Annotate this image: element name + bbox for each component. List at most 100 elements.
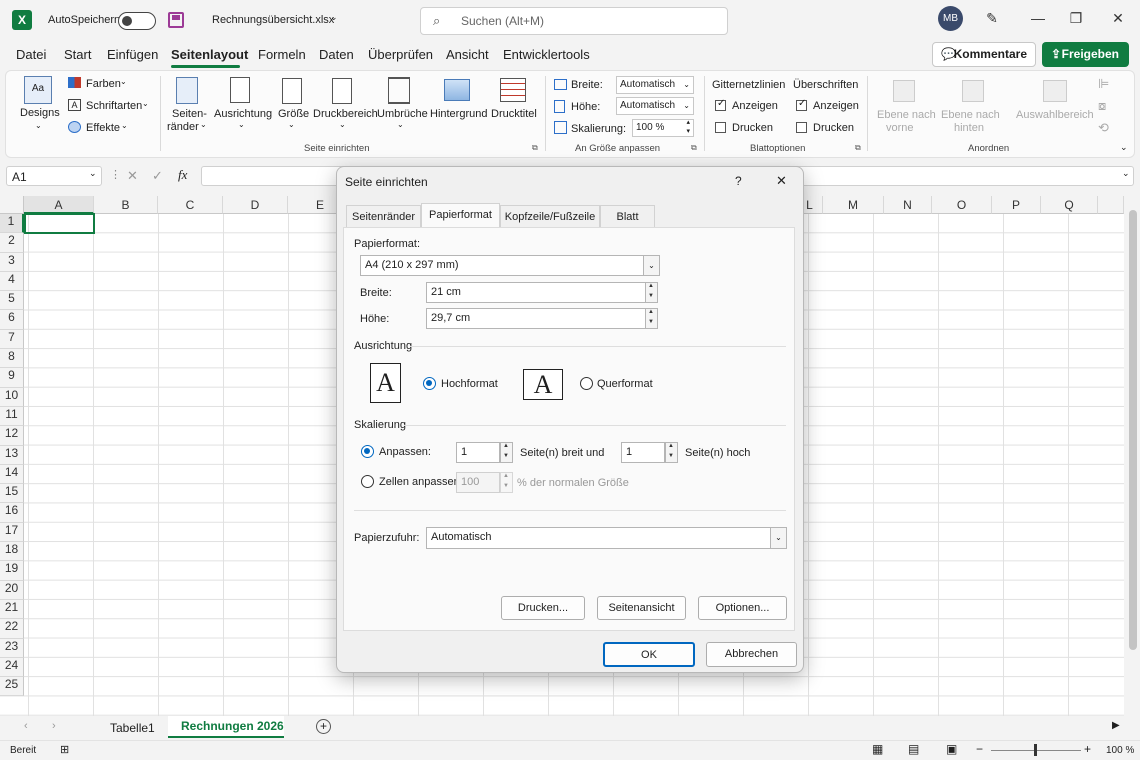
active-cell-a1[interactable]: [24, 213, 95, 234]
groesse-button[interactable]: Größe: [278, 108, 309, 120]
print-titles-icon[interactable]: [500, 78, 526, 102]
zoom-level[interactable]: 100 %: [1106, 745, 1134, 756]
chevron-down-icon[interactable]: ⌄: [643, 256, 659, 275]
breite-spinner[interactable]: [645, 282, 658, 303]
maximize-icon[interactable]: ❐: [1066, 8, 1086, 28]
sheet-tab-active[interactable]: Rechnungen 2026: [168, 716, 284, 738]
row-header[interactable]: 4: [0, 271, 24, 292]
column-header-n[interactable]: N: [884, 196, 932, 214]
zoom-out-icon[interactable]: −: [976, 742, 983, 756]
breite-dropdown[interactable]: Automatisch ⌄: [616, 76, 694, 94]
avatar[interactable]: MB: [938, 6, 963, 31]
designs-button[interactable]: Designs: [20, 107, 60, 119]
anpassen-hoch-spinner[interactable]: [665, 442, 678, 463]
hoehe-input[interactable]: 29,7 cm: [426, 308, 646, 329]
breaks-icon[interactable]: [388, 77, 410, 104]
row-header[interactable]: 5: [0, 291, 24, 311]
print-area-icon[interactable]: [332, 78, 352, 104]
vertical-scrollbar[interactable]: [1126, 196, 1140, 716]
row-header[interactable]: 15: [0, 484, 24, 504]
tab-papierformat[interactable]: Papierformat: [421, 203, 500, 227]
row-header[interactable]: 8: [0, 349, 24, 369]
drucken-button[interactable]: Drucken...: [501, 596, 585, 620]
querformat-label[interactable]: Querformat: [597, 378, 653, 390]
schriftarten-button[interactable]: Schriftarten: [86, 100, 142, 112]
row-header[interactable]: 23: [0, 638, 24, 658]
dialog-launcher-icon[interactable]: ⧉: [855, 143, 861, 153]
hoehe-spinner[interactable]: [645, 308, 658, 329]
chevron-down-icon[interactable]: ⌄: [770, 528, 786, 548]
add-sheet-icon[interactable]: +: [316, 719, 331, 734]
row-header[interactable]: 22: [0, 619, 24, 639]
menu-daten[interactable]: Daten: [319, 47, 354, 62]
row-header[interactable]: 17: [0, 522, 24, 543]
ueber-drucken-label[interactable]: Drucken: [813, 122, 854, 134]
hochformat-radio[interactable]: [423, 377, 436, 390]
autosave-toggle[interactable]: [118, 12, 156, 30]
search-box[interactable]: ⌕ Suchen (Alt+M): [420, 7, 728, 35]
background-icon[interactable]: [444, 79, 470, 101]
menu-ueberpruefen[interactable]: Überprüfen: [368, 47, 433, 62]
row-header[interactable]: 25: [0, 677, 24, 697]
tab-blatt[interactable]: Blatt: [600, 205, 655, 227]
dialog-launcher-icon[interactable]: ⧉: [532, 143, 538, 153]
row-header[interactable]: 24: [0, 657, 24, 678]
chevron-down-icon[interactable]: ⌄: [1122, 168, 1130, 179]
chevron-down-icon[interactable]: ⌄: [89, 168, 97, 179]
row-header[interactable]: 10: [0, 387, 24, 407]
function-icon[interactable]: fx: [178, 167, 187, 183]
page-layout-view-icon[interactable]: ▤: [908, 742, 919, 756]
enter-icon[interactable]: ✓: [152, 168, 163, 184]
row-header[interactable]: 13: [0, 445, 24, 465]
row-header[interactable]: 6: [0, 310, 24, 330]
help-button[interactable]: ?: [735, 174, 742, 188]
page-break-view-icon[interactable]: ▣: [946, 742, 957, 756]
column-header-o[interactable]: O: [932, 196, 992, 214]
ok-button[interactable]: OK: [603, 642, 695, 667]
column-header-d[interactable]: D: [223, 196, 288, 214]
dialog-close-icon[interactable]: ✕: [776, 173, 787, 189]
column-header-a[interactable]: A: [24, 196, 94, 214]
ausrichtung-button[interactable]: Ausrichtung: [214, 108, 272, 120]
tab-seitenraender[interactable]: Seitenränder: [346, 205, 421, 227]
orientation-icon[interactable]: [230, 77, 250, 103]
farben-button[interactable]: Farben: [86, 78, 121, 90]
zoom-slider-thumb[interactable]: [1034, 744, 1037, 756]
gitter-drucken-label[interactable]: Drucken: [732, 122, 773, 134]
file-name[interactable]: Rechnungsübersicht.xlsx: [212, 14, 334, 26]
menu-formeln[interactable]: Formeln: [258, 47, 306, 62]
gitter-anzeigen-checkbox[interactable]: [715, 98, 726, 111]
anpassen-radio[interactable]: [361, 445, 374, 458]
row-header[interactable]: 3: [0, 252, 24, 272]
row-header[interactable]: 20: [0, 580, 24, 600]
hintergrund-button[interactable]: Hintergrund: [430, 108, 487, 120]
ueber-anzeigen-label[interactable]: Anzeigen: [813, 100, 859, 112]
gitter-anzeigen-label[interactable]: Anzeigen: [732, 100, 778, 112]
row-header[interactable]: 12: [0, 426, 24, 446]
zoom-in-icon[interactable]: +: [1084, 742, 1091, 756]
abbrechen-button[interactable]: Abbrechen: [706, 642, 797, 667]
prev-sheet-icon[interactable]: ‹: [24, 720, 28, 732]
size-icon[interactable]: [282, 78, 302, 104]
row-header[interactable]: 2: [0, 233, 24, 253]
ueber-anzeigen-checkbox[interactable]: [796, 98, 807, 111]
column-header-m[interactable]: M: [823, 196, 884, 214]
effekte-button[interactable]: Effekte: [86, 122, 120, 134]
menu-datei[interactable]: Datei: [16, 47, 46, 62]
hochformat-label[interactable]: Hochformat: [441, 378, 498, 390]
anpassen-breit-spinner[interactable]: [500, 442, 513, 463]
pen-icon[interactable]: ✎: [982, 8, 1002, 28]
row-header[interactable]: 21: [0, 599, 24, 620]
column-header-p[interactable]: P: [992, 196, 1041, 214]
cancel-icon[interactable]: ✕: [127, 168, 138, 184]
papierformat-select[interactable]: A4 (210 x 297 mm) ⌄: [360, 255, 660, 276]
row-header[interactable]: 1: [0, 214, 24, 234]
next-sheet-icon[interactable]: ›: [52, 720, 56, 732]
menu-entwicklertools[interactable]: Entwicklertools: [503, 47, 590, 62]
skalierung-input[interactable]: 100 % ▴ ▾: [632, 119, 694, 137]
row-header[interactable]: 16: [0, 503, 24, 523]
row-header[interactable]: 7: [0, 329, 24, 350]
close-icon[interactable]: ✕: [1108, 8, 1128, 28]
chevron-down-icon[interactable]: ⌄: [35, 121, 42, 130]
menu-ansicht[interactable]: Ansicht: [446, 47, 489, 62]
